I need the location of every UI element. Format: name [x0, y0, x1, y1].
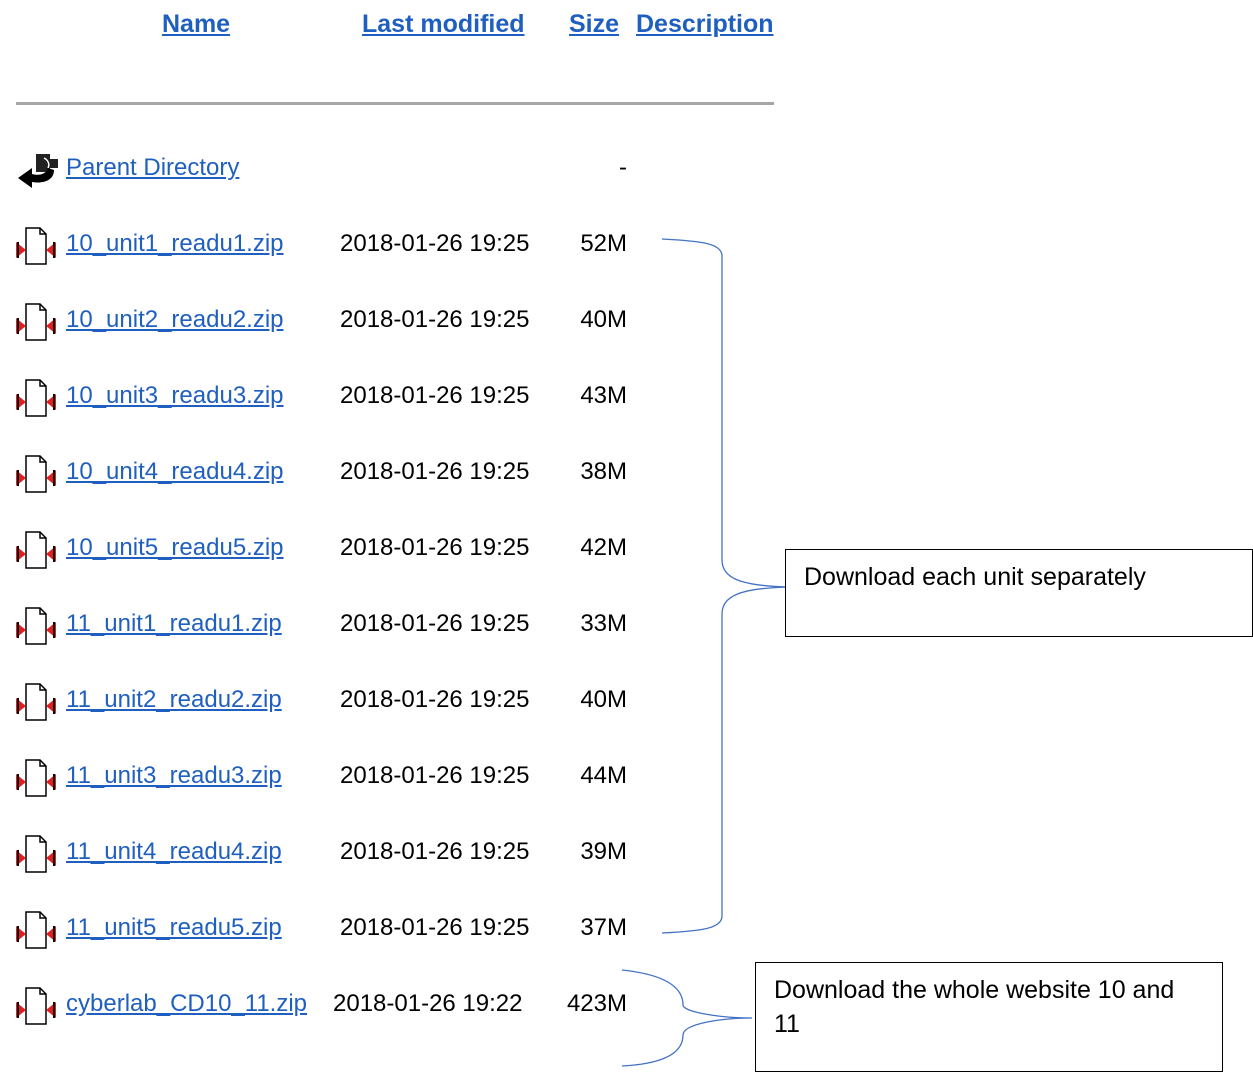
whole-site-callout-text: Download the whole website 10 and 11: [774, 976, 1175, 1038]
compressed-file-icon: [14, 302, 64, 342]
file-modified: 2018-01-26 19:25: [340, 610, 530, 637]
file-modified: 2018-01-26 19:25: [340, 914, 530, 941]
file-link[interactable]: 10_unit3_readu3.zip: [66, 382, 284, 410]
compressed-file-icon: [14, 606, 64, 646]
file-modified: 2018-01-26 19:25: [340, 458, 530, 485]
file-modified: 2018-01-26 19:22: [333, 990, 523, 1017]
file-size: 40M: [580, 686, 627, 713]
parent-directory-row: Parent Directory -: [0, 150, 760, 190]
file-link[interactable]: 11_unit5_readu5.zip: [66, 914, 282, 942]
file-row: 10_unit5_readu5.zip 2018-01-26 19:25 42M: [0, 530, 760, 570]
file-link[interactable]: 10_unit5_readu5.zip: [66, 534, 284, 562]
units-callout-text: Download each unit separately: [804, 563, 1146, 591]
file-row: 11_unit2_readu2.zip 2018-01-26 19:25 40M: [0, 682, 760, 722]
file-size: 42M: [580, 534, 627, 561]
compressed-file-icon: [14, 758, 64, 798]
file-size: 43M: [580, 382, 627, 409]
file-modified: 2018-01-26 19:25: [340, 534, 530, 561]
file-link[interactable]: 11_unit1_readu1.zip: [66, 610, 282, 638]
file-row: 11_unit4_readu4.zip 2018-01-26 19:25 39M: [0, 834, 760, 874]
file-size: 40M: [580, 306, 627, 333]
file-size: 44M: [580, 762, 627, 789]
file-size: 52M: [580, 230, 627, 257]
file-row: 10_unit4_readu4.zip 2018-01-26 19:25 38M: [0, 454, 760, 494]
file-modified: 2018-01-26 19:25: [340, 306, 530, 333]
file-row: 11_unit5_readu5.zip 2018-01-26 19:25 37M: [0, 910, 760, 950]
compressed-file-icon: [14, 378, 64, 418]
column-header-size[interactable]: Size: [569, 10, 619, 39]
file-row: 10_unit1_readu1.zip 2018-01-26 19:25 52M: [0, 226, 760, 266]
column-header-last-modified[interactable]: Last modified: [362, 10, 525, 39]
file-size: 38M: [580, 458, 627, 485]
file-link[interactable]: 11_unit3_readu3.zip: [66, 762, 282, 790]
file-size: 33M: [580, 610, 627, 637]
file-link[interactable]: 10_unit1_readu1.zip: [66, 230, 284, 258]
file-modified: 2018-01-26 19:25: [340, 762, 530, 789]
file-row: 10_unit3_readu3.zip 2018-01-26 19:25 43M: [0, 378, 760, 418]
file-modified: 2018-01-26 19:25: [340, 382, 530, 409]
file-link[interactable]: 11_unit2_readu2.zip: [66, 686, 282, 714]
compressed-file-icon: [14, 834, 64, 874]
file-size: 423M: [566, 990, 627, 1017]
file-row: 10_unit2_readu2.zip 2018-01-26 19:25 40M: [0, 302, 760, 342]
compressed-file-icon: [14, 454, 64, 494]
file-row: 11_unit3_readu3.zip 2018-01-26 19:25 44M: [0, 758, 760, 798]
file-size: 39M: [580, 838, 627, 865]
header-divider: [16, 102, 774, 105]
file-link[interactable]: 11_unit4_readu4.zip: [66, 838, 282, 866]
file-size: 37M: [580, 914, 627, 941]
compressed-file-icon: [14, 682, 64, 722]
file-link[interactable]: cyberlab_CD10_11.zip: [66, 990, 307, 1018]
file-row: 11_unit1_readu1.zip 2018-01-26 19:25 33M: [0, 606, 760, 646]
parent-directory-link[interactable]: Parent Directory: [66, 154, 239, 182]
file-link[interactable]: 10_unit2_readu2.zip: [66, 306, 284, 334]
whole-site-callout: Download the whole website 10 and 11: [755, 962, 1223, 1072]
column-header-description[interactable]: Description: [636, 10, 774, 39]
back-arrow-icon: [14, 150, 64, 190]
column-header-name[interactable]: Name: [162, 10, 230, 39]
compressed-file-icon: [14, 986, 64, 1026]
file-modified: 2018-01-26 19:25: [340, 230, 530, 257]
compressed-file-icon: [14, 530, 64, 570]
file-row: cyberlab_CD10_11.zip 2018-01-26 19:22 42…: [0, 986, 760, 1026]
file-modified: 2018-01-26 19:25: [340, 686, 530, 713]
units-callout: Download each unit separately: [785, 549, 1253, 637]
parent-size: -: [619, 154, 627, 181]
file-modified: 2018-01-26 19:25: [340, 838, 530, 865]
file-link[interactable]: 10_unit4_readu4.zip: [66, 458, 284, 486]
compressed-file-icon: [14, 910, 64, 950]
compressed-file-icon: [14, 226, 64, 266]
units-bracket: [661, 238, 791, 934]
